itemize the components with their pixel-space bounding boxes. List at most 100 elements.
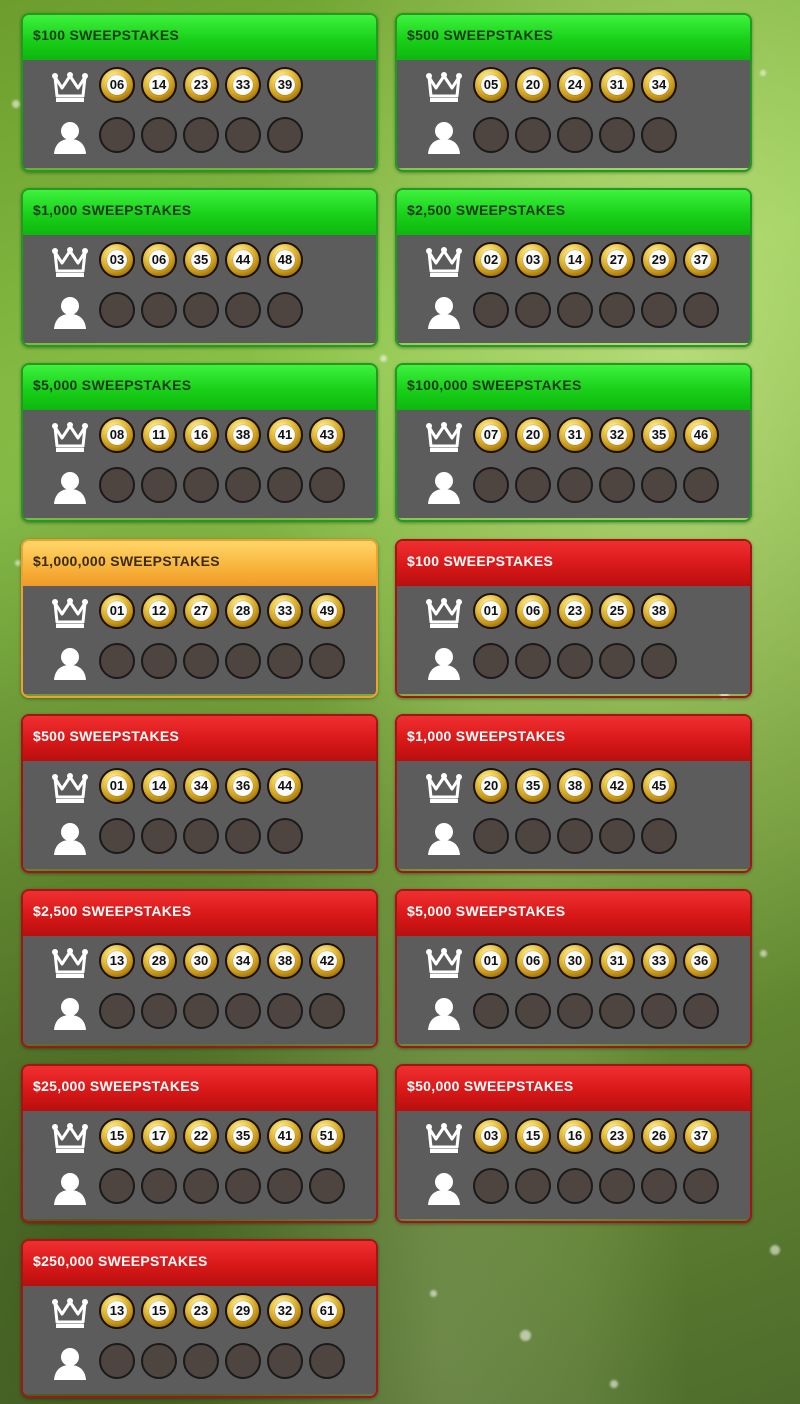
empty-number-slot[interactable] [141,292,177,329]
sweepstakes-card[interactable]: $2,500 SWEEPSTAKES 02 03 14 27 29 37 [395,188,752,348]
empty-number-slot[interactable] [225,1168,261,1205]
empty-number-slot[interactable] [515,117,551,153]
empty-number-slot[interactable] [183,292,219,329]
empty-number-slot[interactable] [641,993,677,1029]
empty-number-slot[interactable] [641,117,677,153]
sweepstakes-card[interactable]: $50,000 SWEEPSTAKES 03 15 16 23 26 37 [395,1064,752,1224]
empty-number-slot[interactable] [183,467,219,504]
empty-number-slot[interactable] [267,117,303,153]
empty-number-slot[interactable] [473,1168,509,1205]
empty-number-slot[interactable] [141,1343,177,1380]
empty-number-slot[interactable] [99,292,135,329]
sweepstakes-card[interactable]: $1,000 SWEEPSTAKES 03 06 35 44 48 [21,188,378,348]
empty-number-slot[interactable] [183,817,219,854]
empty-number-slot[interactable] [183,1343,219,1380]
empty-number-slot[interactable] [99,117,135,153]
empty-number-slot[interactable] [683,993,719,1029]
empty-number-slot[interactable] [99,1343,135,1380]
empty-number-slot[interactable] [515,467,551,504]
empty-number-slot[interactable] [267,292,303,329]
empty-number-slot[interactable] [473,642,509,679]
empty-number-slot[interactable] [309,993,345,1029]
empty-number-slot[interactable] [309,1168,345,1205]
empty-number-slot[interactable] [557,993,593,1029]
empty-number-slot[interactable] [99,467,135,504]
empty-number-slot[interactable] [641,642,677,679]
empty-number-slot[interactable] [225,117,261,153]
empty-number-slot[interactable] [183,642,219,679]
sweepstakes-card[interactable]: $1,000 SWEEPSTAKES 20 35 38 42 45 [395,713,752,873]
empty-number-slot[interactable] [599,642,635,679]
sweepstakes-card[interactable]: $100,000 SWEEPSTAKES 07 20 31 32 35 46 [395,363,752,523]
empty-number-slot[interactable] [557,1168,593,1205]
sweepstakes-card[interactable]: $5,000 SWEEPSTAKES 08 11 16 38 41 43 [21,363,378,523]
empty-number-slot[interactable] [557,642,593,679]
empty-number-slot[interactable] [473,993,509,1029]
empty-number-slot[interactable] [141,467,177,504]
empty-number-slot[interactable] [141,1168,177,1205]
empty-number-slot[interactable] [473,117,509,153]
empty-number-slot[interactable] [515,292,551,329]
winning-balls: 15 17 22 35 41 51 [99,1118,351,1155]
sweepstakes-card[interactable]: $500 SWEEPSTAKES 01 14 34 36 44 [21,713,378,873]
empty-number-slot[interactable] [599,292,635,329]
sweepstakes-card[interactable]: $500 SWEEPSTAKES 05 20 24 31 34 [395,13,752,172]
empty-number-slot[interactable] [183,993,219,1029]
empty-number-slot[interactable] [515,817,551,854]
empty-number-slot[interactable] [99,993,135,1029]
empty-number-slot[interactable] [683,467,719,504]
empty-number-slot[interactable] [599,467,635,504]
empty-number-slot[interactable] [473,817,509,854]
empty-number-slot[interactable] [557,467,593,504]
empty-number-slot[interactable] [267,642,303,679]
empty-number-slot[interactable] [183,117,219,153]
empty-number-slot[interactable] [599,817,635,854]
empty-number-slot[interactable] [641,467,677,504]
sweepstakes-card[interactable]: $100 SWEEPSTAKES 06 14 23 33 39 [21,13,378,172]
empty-number-slot[interactable] [225,817,261,854]
sweepstakes-card[interactable]: $250,000 SWEEPSTAKES 13 15 23 29 32 61 [21,1239,378,1399]
empty-number-slot[interactable] [641,292,677,329]
sweepstakes-card[interactable]: $100 SWEEPSTAKES 01 06 23 25 38 [395,538,752,698]
empty-number-slot[interactable] [309,642,345,679]
empty-number-slot[interactable] [225,1343,261,1380]
empty-number-slot[interactable] [141,993,177,1029]
empty-number-slot[interactable] [683,1168,719,1205]
empty-number-slot[interactable] [641,1168,677,1205]
empty-number-slot[interactable] [267,1168,303,1205]
empty-number-slot[interactable] [141,642,177,679]
empty-number-slot[interactable] [309,467,345,504]
empty-number-slot[interactable] [641,817,677,854]
sweepstakes-card[interactable]: $2,500 SWEEPSTAKES 13 28 30 34 38 42 [21,889,378,1048]
empty-number-slot[interactable] [599,117,635,153]
empty-number-slot[interactable] [473,467,509,504]
empty-number-slot[interactable] [141,817,177,854]
empty-number-slot[interactable] [309,1343,345,1380]
empty-number-slot[interactable] [267,467,303,504]
empty-number-slot[interactable] [225,993,261,1029]
empty-number-slot[interactable] [515,993,551,1029]
empty-number-slot[interactable] [267,1343,303,1380]
empty-number-slot[interactable] [183,1168,219,1205]
empty-number-slot[interactable] [267,817,303,854]
empty-number-slot[interactable] [557,117,593,153]
empty-number-slot[interactable] [683,292,719,329]
empty-number-slot[interactable] [225,467,261,504]
empty-number-slot[interactable] [99,1168,135,1205]
empty-number-slot[interactable] [557,292,593,329]
empty-number-slot[interactable] [141,117,177,153]
sweepstakes-card[interactable]: $25,000 SWEEPSTAKES 15 17 22 35 41 51 [21,1064,378,1224]
empty-number-slot[interactable] [267,993,303,1029]
empty-number-slot[interactable] [225,642,261,679]
empty-number-slot[interactable] [99,642,135,679]
empty-number-slot[interactable] [599,993,635,1029]
empty-number-slot[interactable] [515,642,551,679]
empty-number-slot[interactable] [225,292,261,329]
empty-number-slot[interactable] [473,292,509,329]
sweepstakes-card[interactable]: $5,000 SWEEPSTAKES 01 06 30 31 33 36 [395,889,752,1048]
sweepstakes-card[interactable]: $1,000,000 SWEEPSTAKES 01 12 27 28 33 49 [21,538,378,698]
empty-number-slot[interactable] [99,817,135,854]
empty-number-slot[interactable] [599,1168,635,1205]
empty-number-slot[interactable] [515,1168,551,1205]
empty-number-slot[interactable] [557,817,593,854]
